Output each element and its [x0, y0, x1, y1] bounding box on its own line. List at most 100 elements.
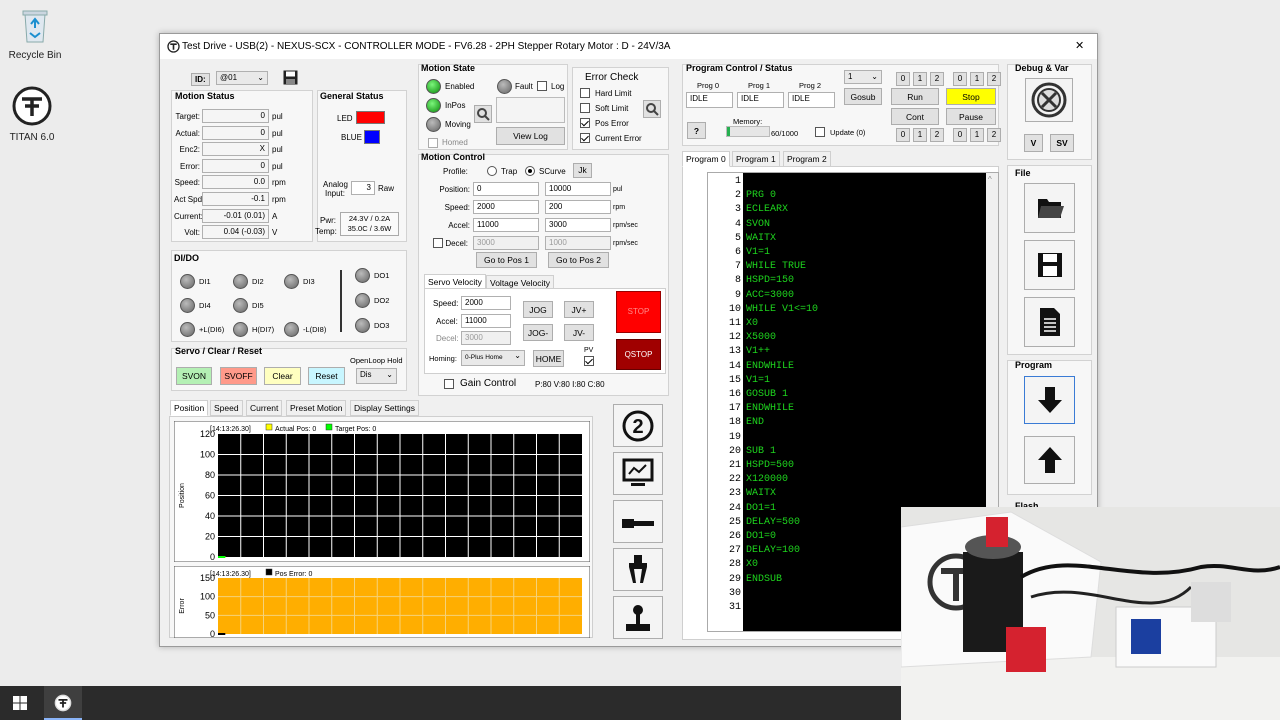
save-file-button[interactable] — [1024, 240, 1075, 290]
code-line: 4 SVON — [708, 218, 998, 232]
line-number: 27 — [728, 545, 741, 557]
motion-control-value1[interactable]: 0 — [473, 182, 539, 196]
motor-tool-button[interactable] — [613, 500, 663, 543]
y-tick-label: 20 — [205, 532, 215, 542]
error-check-checkbox[interactable] — [580, 133, 590, 143]
windows-start-icon[interactable] — [13, 696, 27, 710]
pv-checkbox[interactable] — [584, 356, 594, 366]
vel-accel-input[interactable]: 11000 — [461, 314, 511, 328]
open-file-button[interactable] — [1024, 183, 1075, 233]
scurve-radio[interactable] — [525, 166, 535, 176]
decel-checkbox[interactable] — [433, 238, 443, 248]
trap-radio[interactable] — [487, 166, 497, 176]
stop-program-button[interactable]: Stop — [946, 88, 996, 105]
error-check-checkbox[interactable] — [580, 103, 590, 113]
log-checkbox[interactable] — [537, 81, 547, 91]
digital-output-led[interactable] — [355, 268, 370, 283]
fault-search-button[interactable] — [474, 105, 492, 123]
update-checkbox[interactable] — [815, 127, 825, 137]
motion-control-value2[interactable]: 10000 — [545, 182, 611, 196]
program-digit-button[interactable]: 2 — [930, 72, 944, 86]
upload-program-button[interactable] — [1024, 436, 1075, 484]
svoff-button[interactable]: SVOFF — [220, 367, 257, 385]
line-text: ENDWHILE — [746, 403, 795, 415]
debug-tools-button[interactable] — [1025, 78, 1073, 122]
stop-button[interactable]: STOP — [616, 291, 661, 333]
qstop-button[interactable]: QSTOP — [616, 339, 661, 370]
home-button[interactable]: HOME — [533, 350, 564, 367]
taskbar-titan-app[interactable] — [44, 686, 82, 720]
jog-button[interactable]: JOG — [523, 301, 553, 318]
vel-speed-input[interactable]: 2000 — [461, 296, 511, 310]
gripper-tool-button[interactable] — [613, 548, 663, 591]
desktop-icon-titan[interactable]: TITAN 6.0 — [0, 86, 67, 143]
goto-pos2-button[interactable]: Go to Pos 2 — [548, 252, 609, 268]
line-number: 16 — [728, 389, 741, 400]
motion-control-value2[interactable]: 3000 — [545, 218, 611, 232]
download-program-button[interactable] — [1024, 376, 1075, 424]
monitor-tool-button[interactable] — [613, 452, 663, 495]
chart-tab[interactable]: Speed — [210, 400, 243, 416]
program-digit-button[interactable]: 0 — [896, 72, 910, 86]
homing-select[interactable]: 0-Plus Home ⌄ — [461, 350, 525, 366]
program-tab[interactable]: Program 1 — [732, 151, 780, 167]
id-select[interactable]: @01 ⌄ — [216, 71, 268, 85]
help-button[interactable]: ? — [687, 122, 706, 139]
pause-button[interactable]: Pause — [946, 108, 996, 125]
openloop-select[interactable]: Dis ⌄ — [356, 368, 397, 384]
joystick-tool-button[interactable] — [613, 596, 663, 639]
jk-button[interactable]: Jk — [573, 163, 592, 178]
program-digit-button[interactable]: 0 — [896, 128, 910, 142]
digital-input-led — [180, 274, 195, 289]
error-search-button[interactable] — [643, 100, 661, 118]
program-tab[interactable]: Program 2 — [783, 151, 831, 167]
sv-button[interactable]: SV — [1050, 134, 1074, 152]
view-log-button[interactable]: View Log — [496, 127, 565, 145]
reset-button[interactable]: Reset — [308, 367, 345, 385]
svon-button[interactable]: SVON — [176, 367, 212, 385]
motion-control-value2[interactable]: 200 — [545, 200, 611, 214]
num2-tool-button[interactable]: 2 — [613, 404, 663, 447]
chart-tab[interactable]: Display Settings — [350, 400, 419, 416]
motion-control-value1[interactable]: 2000 — [473, 200, 539, 214]
program-digit-button[interactable]: 2 — [930, 128, 944, 142]
program-digit-button[interactable]: 0 — [953, 72, 967, 86]
cont-button[interactable]: Cont — [891, 108, 939, 125]
update-label: Update (0) — [830, 128, 866, 137]
program-digit-button[interactable]: 1 — [970, 128, 984, 142]
program-slot-status: IDLE — [737, 92, 784, 108]
digital-output-led[interactable] — [355, 293, 370, 308]
program-digit-button[interactable]: 1 — [913, 72, 927, 86]
gain-control-checkbox[interactable] — [444, 379, 454, 389]
program-digit-button[interactable]: 2 — [987, 128, 1001, 142]
scroll-up-icon[interactable]: ^ — [988, 175, 992, 184]
program-digit-button[interactable]: 2 — [987, 72, 1001, 86]
code-line: 16 GOSUB 1 — [708, 388, 998, 402]
chart-tab[interactable]: Current — [246, 400, 283, 416]
jv-plus-button[interactable]: JV+ — [564, 301, 594, 318]
motion-control-value1[interactable]: 11000 — [473, 218, 539, 232]
v-button[interactable]: V — [1024, 134, 1043, 152]
error-check-checkbox[interactable] — [580, 88, 590, 98]
temp-value: 35.0C / 3.6W — [347, 224, 392, 233]
clear-button[interactable]: Clear — [264, 367, 301, 385]
program-tab[interactable]: Program 0 — [682, 151, 730, 167]
line-text: ENDSUB — [746, 573, 783, 585]
program-digit-button[interactable]: 1 — [913, 128, 927, 142]
close-icon[interactable]: ✕ — [1075, 39, 1084, 52]
run-button[interactable]: Run — [891, 88, 939, 105]
gosub-button[interactable]: Gosub — [844, 88, 882, 105]
goto-pos1-button[interactable]: Go to Pos 1 — [476, 252, 537, 268]
desktop-icon-recycle-bin[interactable]: Recycle Bin — [0, 6, 70, 61]
jv-minus-button[interactable]: JV- — [564, 324, 594, 341]
jog-minus-button[interactable]: JOG- — [523, 324, 553, 341]
chart-tab[interactable]: Preset Motion — [286, 400, 347, 416]
digital-output-led[interactable] — [355, 318, 370, 333]
error-check-checkbox[interactable] — [580, 118, 590, 128]
gosub-select[interactable]: 1 ⌄ — [844, 70, 882, 84]
program-digit-button[interactable]: 1 — [970, 72, 984, 86]
program-digit-button[interactable]: 0 — [953, 128, 967, 142]
chart-tab[interactable]: Position — [170, 400, 209, 416]
new-file-button[interactable] — [1024, 297, 1075, 347]
save-icon[interactable] — [283, 70, 298, 85]
